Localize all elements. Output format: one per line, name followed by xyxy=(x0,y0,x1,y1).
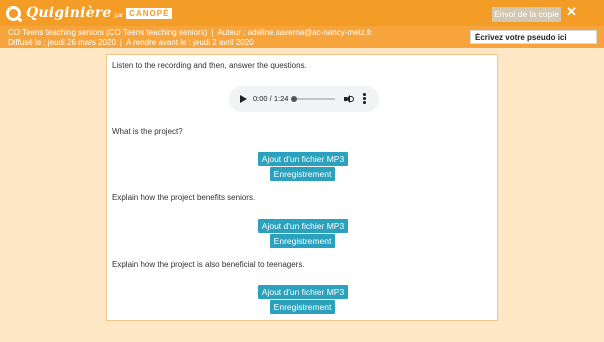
instructions: Listen to the recording and then, answer… xyxy=(112,61,307,70)
question-1: What is the project? xyxy=(112,127,183,136)
pseudo-input[interactable] xyxy=(470,30,597,44)
audio-time: 0:00 / 1:24 xyxy=(253,94,289,103)
record-button-3[interactable]: Enregistrement xyxy=(270,300,335,314)
add-mp3-button-2[interactable]: Ajout d'un fichier MP3 xyxy=(258,219,348,233)
add-mp3-button-1[interactable]: Ajout d'un fichier MP3 xyxy=(258,152,348,166)
logo-par: par xyxy=(114,12,124,19)
due-date: A rendre avant le : jeudi 2 avril 2020 xyxy=(126,38,254,47)
record-button-1[interactable]: Enregistrement xyxy=(270,167,335,181)
exercise-title: CO Teens teaching seniors (CO Teens teac… xyxy=(8,28,208,37)
audio-progress-track[interactable] xyxy=(291,96,335,102)
send-copy-button[interactable]: Envoi de la copie xyxy=(492,7,561,22)
audio-player[interactable]: 0:00 / 1:24 xyxy=(229,86,379,112)
top-bar: Quiginière par CANOPÉ Envoi de la copie … xyxy=(0,0,604,26)
logo-canope: CANOPÉ xyxy=(126,7,173,19)
volume-icon[interactable] xyxy=(344,95,354,103)
exercise-card: Listen to the recording and then, answer… xyxy=(106,54,498,321)
info-line-2: Diffusé le : jeudi 26 mars 2020 | A rendre… xyxy=(8,38,254,47)
info-line-1: CO Teens teaching seniors (CO Teens teac… xyxy=(8,28,372,37)
app-logo[interactable]: Quiginière par CANOPÉ xyxy=(6,4,173,22)
audio-progress-thumb[interactable] xyxy=(291,96,297,102)
more-options-icon[interactable] xyxy=(363,93,366,105)
separator: | xyxy=(211,28,214,37)
close-icon[interactable]: ✕ xyxy=(566,4,577,20)
author: Auteur : adeline.saverna@ac-nancy-metz.f… xyxy=(217,28,372,37)
logo-name: Quiginière xyxy=(26,5,112,21)
published-date: Diffusé le : jeudi 26 mars 2020 xyxy=(8,38,116,47)
add-mp3-button-3[interactable]: Ajout d'un fichier MP3 xyxy=(258,285,348,299)
separator: | xyxy=(119,38,122,47)
question-2: Explain how the project benefits seniors… xyxy=(112,193,256,202)
logo-q-icon xyxy=(6,5,21,21)
play-icon[interactable] xyxy=(240,95,247,103)
record-button-2[interactable]: Enregistrement xyxy=(270,234,335,248)
question-3: Explain how the project is also benefici… xyxy=(112,260,305,269)
